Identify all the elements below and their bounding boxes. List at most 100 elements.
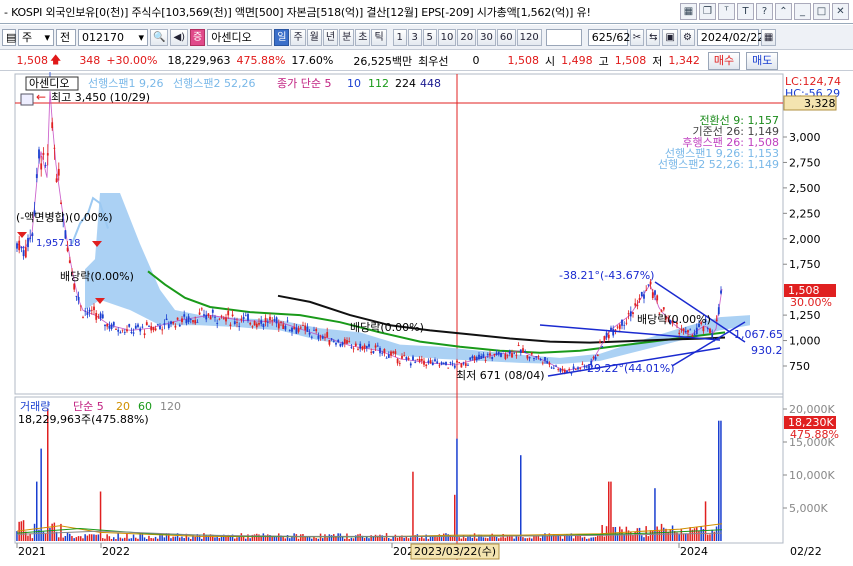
period-button-6[interactable]: 틱 — [371, 28, 387, 46]
interval-button-3[interactable]: 3 — [407, 28, 422, 46]
text-icon[interactable]: T — [737, 3, 754, 20]
candle-body — [500, 353, 502, 357]
volume-bar — [203, 533, 205, 541]
interval-button-30[interactable]: 30 — [477, 28, 496, 46]
candle-body — [291, 327, 293, 332]
volume-bar — [40, 448, 42, 541]
candle-body — [330, 338, 333, 340]
speaker-icon[interactable]: ◀) — [170, 28, 189, 46]
calendar-icon[interactable]: ▦ — [760, 28, 777, 46]
candle-body — [297, 328, 300, 332]
maximize-icon[interactable]: □ — [813, 3, 830, 20]
volume-bar — [410, 537, 412, 541]
help-icon[interactable]: ? — [756, 3, 773, 20]
volume-bar — [113, 537, 115, 541]
volume-bar — [126, 533, 128, 541]
interval-button-5[interactable]: 5 — [422, 28, 437, 46]
minimize-icon[interactable]: _ — [794, 3, 811, 20]
candle-body — [629, 311, 632, 317]
period-button-3[interactable]: 년 — [322, 28, 339, 46]
scissors-icon[interactable]: ✂ — [629, 28, 645, 46]
candle-body — [607, 334, 610, 339]
settings-icon[interactable]: ⚙ — [679, 28, 695, 46]
candle-body — [231, 314, 234, 317]
sell-button[interactable]: 매도 — [746, 51, 779, 70]
interval-button-120[interactable]: 120 — [516, 28, 542, 46]
candle-body — [533, 357, 535, 359]
save-icon[interactable]: ▣ — [662, 28, 678, 46]
price-tick-label: 750 — [789, 360, 810, 373]
volume-bar — [473, 533, 476, 541]
volume-bar — [575, 535, 577, 541]
date-field[interactable]: 2024/02/22 — [696, 28, 764, 46]
chevron-up-icon[interactable]: ⌃ — [775, 3, 792, 20]
interval-button-1[interactable]: 1 — [392, 28, 407, 46]
buy-button[interactable]: 매수 — [707, 51, 741, 70]
candle-body — [423, 360, 425, 365]
volume-bar — [436, 537, 438, 541]
volume-bar — [58, 537, 60, 541]
candle-body — [167, 324, 170, 329]
volume-bar — [374, 534, 377, 541]
period-button-4[interactable]: 분 — [339, 28, 355, 46]
candle-body — [482, 354, 485, 358]
market-select[interactable]: 전 — [56, 28, 76, 46]
period-button-0[interactable]: 일 — [274, 28, 290, 46]
candle-body — [416, 359, 419, 361]
period-button-5[interactable]: 초 — [355, 28, 371, 46]
table-icon[interactable] — [20, 93, 34, 106]
grid-toggle-icon[interactable]: ▤ — [2, 28, 16, 46]
candle-body — [643, 294, 645, 299]
info-bar: - KOSPI 외국인보유[0(천)] 주식수[103,569(천)] 액면[5… — [0, 0, 853, 24]
candle-body — [207, 313, 210, 316]
candle-body — [148, 326, 150, 327]
search-icon[interactable]: 🔍 — [150, 28, 169, 46]
candle-body — [286, 320, 289, 322]
volume-bar — [159, 535, 161, 541]
candle-body — [442, 363, 445, 365]
current-volume-pct: 475.88% — [790, 428, 839, 441]
candle-body — [451, 363, 454, 364]
period-select[interactable]: 주 ▾ — [18, 28, 54, 46]
pin-icon[interactable]: ᵀ — [718, 3, 735, 20]
candle-body — [112, 322, 115, 326]
candle-body — [645, 290, 648, 291]
volume-bar — [667, 531, 669, 541]
volume-bar — [671, 525, 674, 541]
close-icon[interactable]: ✕ — [832, 3, 849, 20]
candle-body — [596, 354, 599, 356]
candle-body — [403, 355, 406, 357]
volume-bar — [597, 535, 599, 541]
volume-ma-title: 단순 5 — [73, 400, 104, 413]
interval-input[interactable] — [545, 28, 582, 46]
chevron-down-icon: ▾ — [44, 30, 50, 44]
count-field[interactable]: 625/625 — [587, 28, 637, 46]
right-date: 02/22 — [790, 545, 822, 558]
volume-bar — [517, 536, 520, 541]
candle-body — [603, 336, 606, 341]
candle-body — [185, 319, 188, 324]
interval-button-60[interactable]: 60 — [496, 28, 516, 46]
stock-name-field[interactable]: 아센디오 — [207, 28, 273, 46]
period-button-1[interactable]: 주 — [290, 28, 306, 46]
stock-code-input[interactable]: 012170 ▾ — [78, 28, 148, 46]
candle-body — [321, 336, 324, 339]
candle-body — [361, 346, 364, 350]
restore-icon[interactable]: ❐ — [699, 3, 716, 20]
interval-button-20[interactable]: 20 — [457, 28, 477, 46]
period-button-2[interactable]: 월 — [306, 28, 322, 46]
stock-chart[interactable]: 아센디오 선행스팬1 9,26 선행스팬2 52,26 종가 단순 5 10 1… — [0, 72, 853, 566]
candle-body — [196, 322, 199, 323]
candle-body — [434, 359, 436, 362]
volume-bar — [324, 534, 326, 541]
candle-body — [610, 327, 612, 331]
candle-body — [445, 361, 447, 366]
candle-body — [462, 363, 465, 365]
volume-bar — [143, 537, 146, 541]
interval-button-10[interactable]: 10 — [437, 28, 457, 46]
volume-bar — [27, 535, 29, 541]
price-tick-label: 3,000 — [789, 131, 821, 144]
grid-icon[interactable]: ▦ — [680, 3, 697, 20]
volume-bar — [163, 537, 166, 541]
toggle-icon[interactable]: ⇆ — [646, 28, 661, 46]
